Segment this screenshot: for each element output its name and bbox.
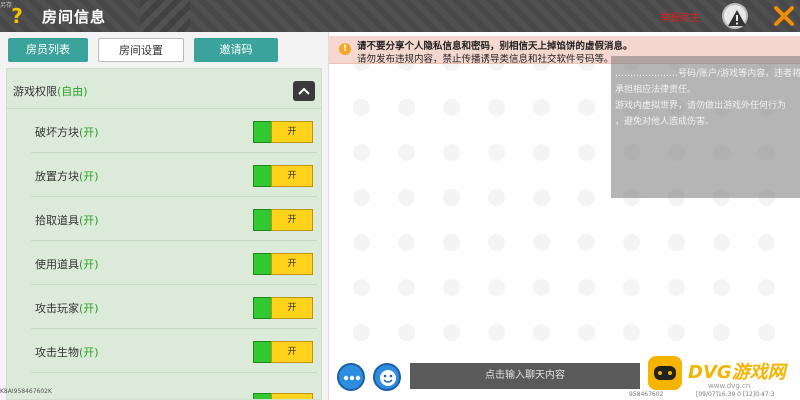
help-button[interactable]: ? [5,3,29,29]
collapse-button[interactable] [293,81,315,101]
gamepad-logo-icon [648,356,682,390]
toggle-attack-players[interactable]: 开 [253,297,313,319]
permission-header: 游戏权限(自由) [7,69,321,109]
toggle-next[interactable] [253,393,313,399]
watermark: DVG游戏网 www.dvg.cn [648,350,798,398]
permission-row-break-blocks: 破坏方块(开) 开 [7,109,321,153]
settings-panel: 房员列表 房间设置 邀请码 游戏权限(自由) 破坏方块(开) 开 放置方块(开) [0,32,328,400]
close-button[interactable] [770,2,798,30]
more-button[interactable] [337,363,365,391]
permission-label: 攻击玩家(开) [35,302,99,315]
overlay-line: 游戏内虚拟世界，请勿做出游戏外任何行为 [615,101,787,111]
toggle-pickup-items[interactable]: 开 [253,209,313,231]
watermark-text: DVG游戏网 [688,362,786,383]
permission-mode: (自由) [57,85,88,98]
permission-row-pickup-items: 拾取道具(开) 开 [7,197,321,241]
close-icon [774,6,794,26]
permission-header-label: 游戏权限(自由) [13,85,88,98]
toggle-place-blocks[interactable]: 开 [253,165,313,187]
report-host-link[interactable]: 举报房主 [660,9,700,24]
permission-row-place-blocks: 放置方块(开) 开 [7,153,321,197]
permission-row-next [7,373,321,399]
smiley-face-icon [380,370,396,386]
emoji-button[interactable] [373,363,401,391]
notice-line-2: 请勿发布违规内容，禁止传播诱导类信息和社交软件号码等。 [357,54,614,65]
notice-overlay: …………………号码/账户/游戏等内容，违者将 承担相应法律责任。 游戏内虚拟世界… [611,56,800,198]
overlay-line: ，避免对他人造成伤害。 [615,117,715,127]
notice-line-1: 请不要分享个人隐私信息和密码，别相信天上掉馅饼的虚假消息。 [357,41,633,52]
chat-area[interactable]: ! 请不要分享个人隐私信息和密码，别相信天上掉馅饼的虚假消息。 请勿发布违规内容… [328,32,800,362]
permission-label: 攻击生物(开) [35,346,99,359]
more-dots-icon [343,375,361,381]
overlay-line: …………………号码/账户/游戏等内容，违者将 [615,69,800,79]
tab-members[interactable]: 房员列表 [8,38,88,62]
chat-input[interactable]: 点击输入聊天内容 [410,363,640,389]
warning-button[interactable] [722,3,748,29]
chevron-up-icon [298,87,310,95]
permission-list: 游戏权限(自由) 破坏方块(开) 开 放置方块(开) 开 拾取道具(开) 开 使… [6,68,322,400]
question-mark-icon: ? [11,4,23,28]
watermark-url: www.dvg.cn [708,382,751,390]
tab-bar: 房员列表 房间设置 邀请码 [8,38,278,62]
page-title: 房间信息 [42,8,107,26]
permission-label: 拾取道具(开) [35,214,99,227]
room-id-label: K8AI958467602K [0,388,52,395]
tab-room-settings[interactable]: 房间设置 [98,38,184,62]
tab-invite-code[interactable]: 邀请码 [194,38,278,62]
warning-triangle-icon [728,10,746,26]
toggle-attack-creatures[interactable]: 开 [253,341,313,363]
permission-row-attack-creatures: 攻击生物(开) 开 [7,329,321,373]
toggle-use-items[interactable]: 开 [253,253,313,275]
overlay-line: 承担相应法律责任。 [615,85,697,95]
permission-label: 破坏方块(开) [35,126,99,139]
permission-label: 使用道具(开) [35,258,99,271]
permission-row-attack-players: 攻击玩家(开) 开 [7,285,321,329]
title-decoration [140,0,190,32]
permission-row-use-items: 使用道具(开) 开 [7,241,321,285]
permission-label: 放置方块(开) [35,170,99,183]
title-bar: 另存 ? 房间信息 举报房主 [0,0,800,32]
toggle-break-blocks[interactable]: 开 [253,121,313,143]
warning-icon: ! [339,43,351,55]
